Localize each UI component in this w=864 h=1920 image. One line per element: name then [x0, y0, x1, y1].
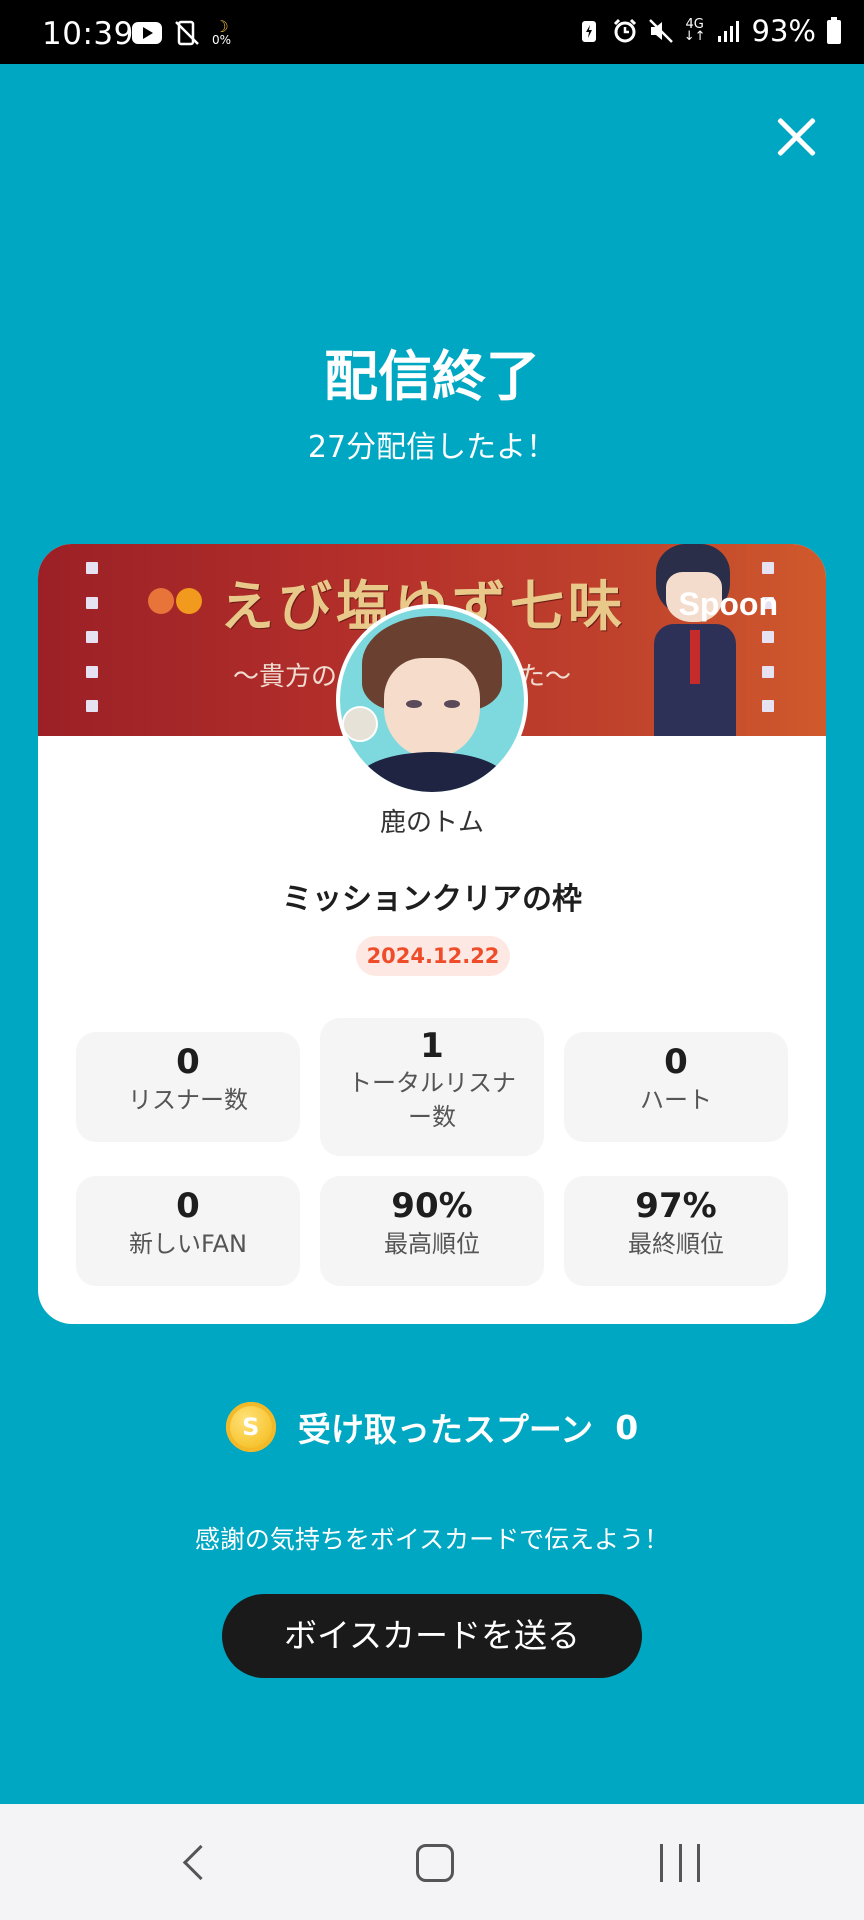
moon-percent: 0% [212, 33, 232, 47]
battery-icon [827, 17, 841, 44]
mini-avatar-badge [342, 706, 378, 742]
stat-best-rank: 90% 最高順位 [320, 1176, 544, 1286]
page-title: 配信終了 [324, 345, 540, 408]
battery-saver-icon [581, 21, 596, 42]
username: 鹿のトム [379, 808, 484, 838]
avatar[interactable] [336, 604, 528, 796]
status-time: 10:39 [42, 16, 134, 52]
no-screen-icon [175, 20, 199, 46]
mute-icon [648, 19, 673, 43]
send-voice-card-button[interactable]: ボイスカードを送る [222, 1594, 642, 1678]
signal-icon [717, 21, 739, 42]
duration-subtitle: 27分配信したよ！ [307, 430, 557, 465]
4g-icon: 4G ↓↑ [683, 17, 706, 44]
close-icon[interactable] [770, 110, 824, 164]
live-title: ミッションクリアの枠 [282, 882, 582, 917]
alarm-icon [613, 18, 636, 43]
moon-icon: ☽ 0% [212, 17, 232, 47]
youtube-icon [132, 22, 162, 44]
spoon-coin-icon: S [225, 1402, 276, 1452]
navigation-bar [0, 1804, 864, 1920]
spoon-logo: Spoon [678, 586, 778, 622]
stat-final-rank: 97% 最終順位 [564, 1176, 788, 1286]
summary-card: えび塩ゆず七味 〜貴方の した〜 Spoon 鹿のトム ミッションクリアの枠 2… [38, 544, 826, 1324]
stat-total-listeners: 1 トータルリスナ ー数 [320, 1018, 544, 1156]
fruit-icon [148, 588, 202, 614]
spoons-label: 受け取ったスプーン [297, 1410, 594, 1449]
recents-icon[interactable] [660, 1844, 700, 1882]
battery-percent: 93% [751, 14, 816, 48]
spoons-received: S 受け取ったスプーン 0 [0, 1402, 864, 1452]
status-bar: 10:39 ☽ 0% 4G ↓↑ 93% [0, 0, 864, 64]
date-badge: 2024.12.22 [356, 936, 510, 976]
home-icon[interactable] [416, 1844, 454, 1882]
thanks-message: 感謝の気持ちをボイスカードで伝えよう！ [194, 1525, 670, 1554]
spoons-count: 0 [615, 1407, 639, 1447]
stat-hearts: 0 ハート [564, 1032, 788, 1142]
back-icon[interactable] [180, 1842, 210, 1882]
character-illustration [636, 544, 766, 736]
stat-new-fans: 0 新しいFAN [76, 1176, 300, 1286]
stat-listeners: 0 リスナー数 [76, 1032, 300, 1142]
